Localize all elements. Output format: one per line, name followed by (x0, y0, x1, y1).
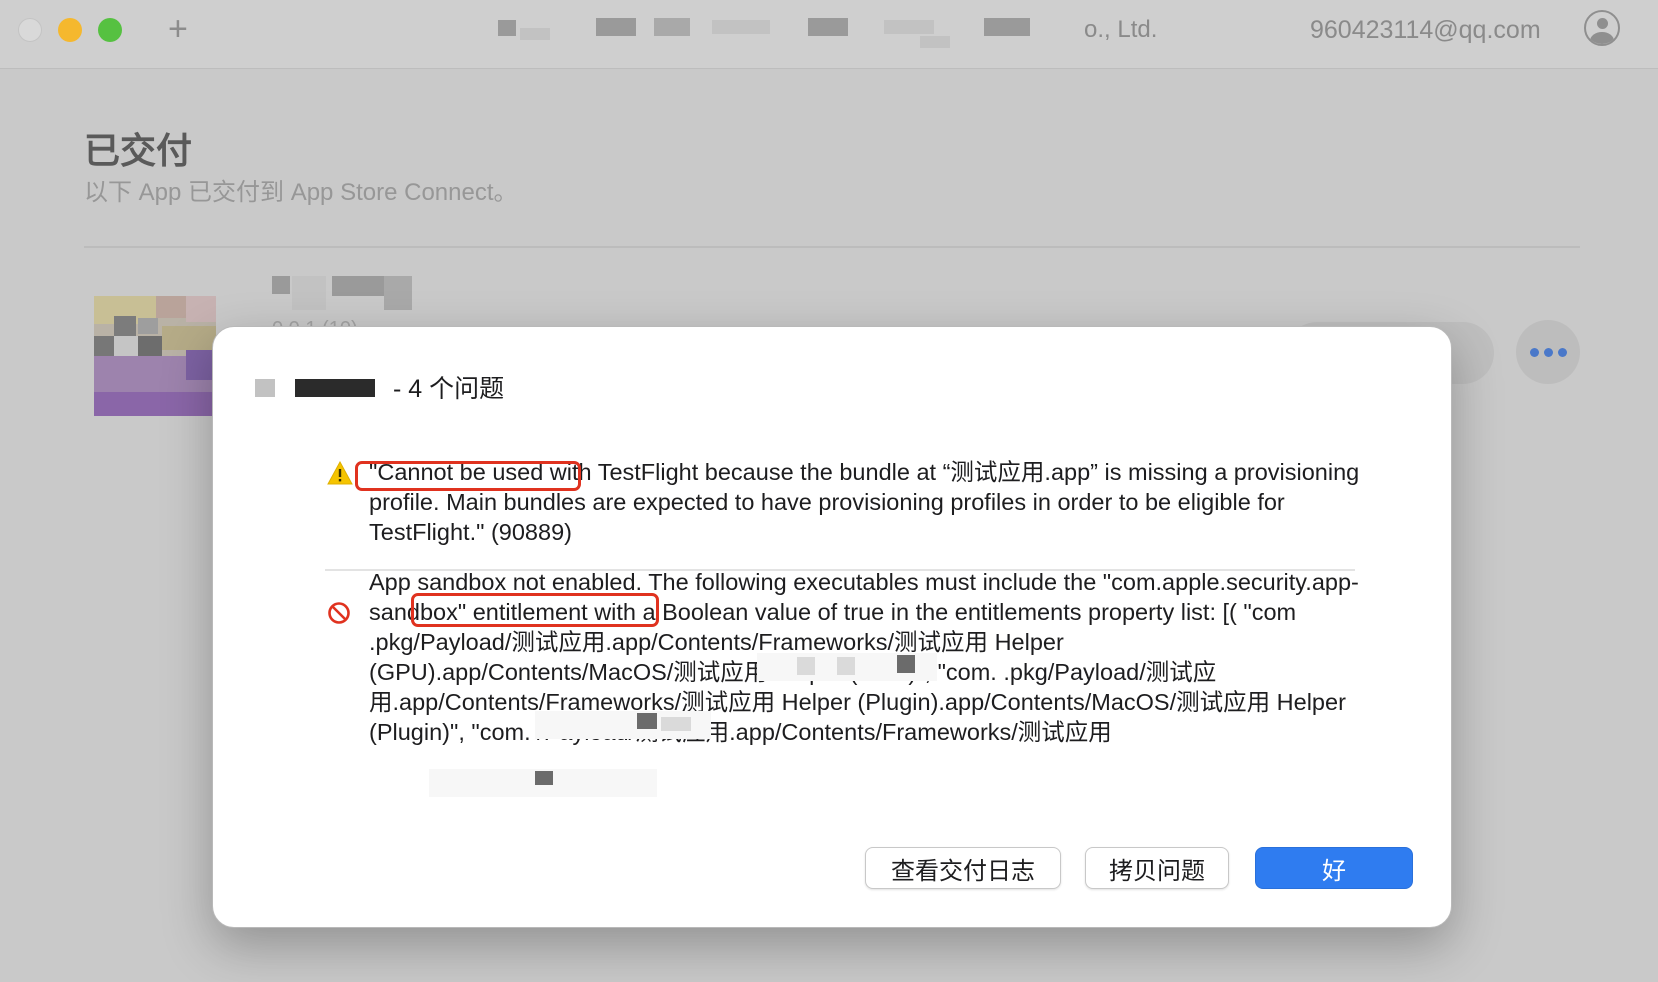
copy-issues-button[interactable]: 拷贝问题 (1085, 847, 1229, 889)
divider (84, 246, 1580, 248)
plus-icon[interactable]: + (168, 12, 188, 46)
company-name-suffix: o., Ltd. (1084, 16, 1158, 43)
ok-button[interactable]: 好 (1255, 847, 1413, 889)
page-subtitle: 以下 App 已交付到 App Store Connect。 (84, 179, 518, 206)
zoom-window-button[interactable] (98, 18, 122, 42)
page-title: 已交付 (84, 130, 193, 171)
account-email: 960423114@qq.com (1310, 16, 1541, 44)
issues-dialog: - 4 个问题 "Cannot be used with TestFlight … (212, 326, 1452, 928)
account-icon[interactable] (1584, 10, 1620, 46)
close-window-button[interactable] (18, 18, 42, 42)
highlight-sandbox-not-enabled: sandbox not enabled. (417, 569, 643, 595)
warning-icon (327, 461, 353, 485)
dialog-title: - 4 个问题 (393, 375, 505, 403)
issue-warning-text: "Cannot be used with TestFlight because … (369, 459, 1360, 545)
minimize-window-button[interactable] (58, 18, 82, 42)
more-icon[interactable] (1516, 320, 1580, 384)
view-delivery-log-button[interactable]: 查看交付日志 (865, 847, 1061, 889)
title-bar: + o., Ltd. 960423114@qq.com (0, 0, 1658, 69)
prohibited-icon (328, 602, 350, 624)
app-icon (94, 296, 216, 416)
